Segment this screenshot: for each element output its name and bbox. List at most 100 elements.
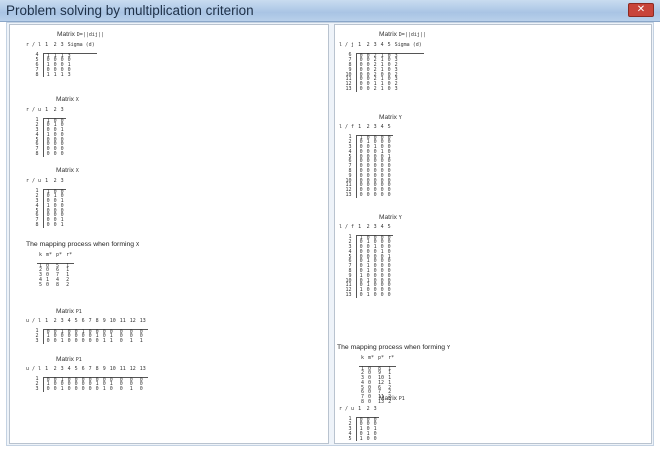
matrix-cell: 1 [139, 338, 143, 345]
matrix-cell: 0 [119, 386, 123, 393]
row-label: 13 [345, 86, 352, 93]
column-header: 1 [356, 124, 365, 136]
matrix-p1-table-header: r / u123 [337, 406, 379, 418]
matrix-cell: 0 [366, 435, 370, 442]
matrix-cell: 0 [42, 152, 52, 157]
matrix-cell: 0 [42, 339, 52, 344]
matrix-cell: 0 [81, 338, 85, 345]
column-header: 2 [364, 124, 372, 136]
table-row: 30010000011011 [24, 339, 148, 344]
matrix-cell: 1 [102, 338, 106, 345]
matrix-p1-title-label: Matrix [56, 308, 74, 315]
table-row: 8000 [24, 152, 66, 157]
matrix-d-title-label: Matrix [379, 31, 397, 38]
matrix-x2-title: Matrix X [56, 167, 79, 174]
matrix-y2-table-header: l / f12345 [337, 224, 393, 236]
table-row: 5082 [37, 281, 74, 288]
row-label: 8 [35, 151, 39, 158]
heading-text: The mapping process when forming [337, 344, 446, 351]
column-header: 9 [100, 318, 108, 330]
column-header: 1 [43, 178, 52, 190]
matrix-cell: 0 [53, 338, 57, 345]
matrix-p1-title-sub: P1 [75, 309, 82, 315]
matrix-cell: 1 [102, 386, 106, 393]
column-header: 2 [364, 406, 372, 418]
column-header: m* [366, 355, 377, 367]
matrix-d-title-sub: D=||dij|| [398, 32, 426, 38]
right-panel[interactable]: Matrix D=||dij|| l / j 1 2 3 4 5 Sigma (d) 6 0 0 2 1… [334, 24, 652, 444]
row-label: 8 [35, 71, 39, 78]
matrix-x2-title-sub: X [75, 168, 79, 174]
matrix-cell: 0 [42, 387, 52, 392]
mapping-cell: 0 [46, 281, 50, 288]
column-header: 3 [58, 42, 66, 54]
column-header: p* [54, 252, 65, 264]
row-label: 13 [345, 192, 352, 199]
matrix-cell: 0 [387, 86, 391, 93]
mapping-cell: 2 [66, 281, 70, 288]
matrix-x-title: Matrix X [56, 96, 79, 103]
heading-variable: Y [446, 345, 451, 351]
column-header: k [37, 252, 45, 264]
corner-label: l / f [339, 224, 355, 230]
column-header: 12 [127, 366, 138, 378]
matrix-cell: 0 [88, 386, 92, 393]
column-header: 2 [364, 224, 372, 236]
matrix-cell: 0 [74, 386, 78, 393]
matrix-p1-title: Matrix P1 [56, 308, 82, 315]
matrix-d-table: r / l 1 2 3 Sigma (d) 4 1 1 1 3 5 0 0 0 0 6 1 0 0 1 7 0 0 0 0 8 1 1… [24, 42, 97, 78]
matrix-x-table: r / u12311002010300141005000600070008000 [24, 107, 66, 157]
title-bar[interactable]: Problem solving by multiplication criter… [0, 0, 660, 22]
corner-label: r / u [26, 107, 42, 113]
corner-label: r / u [26, 178, 42, 184]
column-header: 2 [51, 42, 59, 54]
column-header: 12 [127, 318, 138, 330]
matrix-cell: 1 [129, 338, 133, 345]
column-header: 3 [58, 178, 66, 190]
matrix-cell: 0 [366, 86, 370, 93]
matrix-y-table-header: l / f12345 [337, 124, 393, 136]
column-header: 3 [371, 124, 379, 136]
column-header: 2 [51, 366, 59, 378]
matrix-cell: 0 [366, 192, 370, 199]
corner-label: l / f [339, 124, 355, 130]
column-header: Sigma (d) [392, 42, 424, 54]
matrix-cell: 0 [380, 292, 384, 299]
matrix-cell: 0 [387, 292, 391, 299]
matrix-x-title-label: Matrix [56, 96, 74, 103]
column-header: 5 [385, 42, 393, 54]
table-row: 5100 [337, 435, 379, 442]
matrix-y2-title-label: Matrix [379, 214, 397, 221]
column-header: 8 [93, 318, 101, 330]
matrix-p1-title-sub: P1 [398, 396, 405, 402]
column-header: 9 [100, 366, 108, 378]
row-label: 3 [35, 386, 39, 393]
column-header: k [359, 355, 367, 367]
matrix-cell: 0 [95, 338, 99, 345]
table-row: 30010000010010 [24, 387, 148, 392]
matrix-d-table: l / j 1 2 3 4 5 Sigma (d) 6 0 0 2 1 0 3 7 0 0 2 1 0 3 8 0 0 2 1 0 2… [337, 42, 424, 92]
column-header: 1 [356, 406, 365, 418]
column-header: 4 [65, 318, 73, 330]
mapping-cell: 5 [39, 281, 43, 288]
matrix-p1b-title-label: Matrix [56, 356, 74, 363]
mapping-y-header: k m* p* r* [359, 355, 397, 367]
column-header: 5 [385, 124, 393, 136]
matrix-cell: 0 [60, 151, 64, 158]
matrix-cell: 2 [373, 86, 377, 93]
mapping-cell: 0 [368, 399, 372, 406]
close-button[interactable]: ✕ [628, 3, 654, 17]
column-header: 1 [356, 224, 365, 236]
matrix-cell: 0 [387, 192, 391, 199]
matrix-cell: 1 [380, 86, 384, 93]
matrix-d-title-label: Matrix [57, 31, 75, 38]
left-panel[interactable]: Matrix D=||dij|| r / l 1 2 3 Sigma (d) 4 1 1 1 3 5 0… [9, 24, 329, 444]
matrix-cell: 1 [60, 71, 64, 78]
matrix-cell: 1 [129, 386, 133, 393]
matrix-cell: 1 [60, 222, 64, 229]
column-header: 1 [43, 107, 52, 119]
matrix-cell: 0 [373, 192, 377, 199]
heading-text: The mapping process when forming [26, 241, 135, 248]
matrix-x2-table-header: r / u123 [24, 178, 66, 190]
column-header: 2 [51, 318, 59, 330]
